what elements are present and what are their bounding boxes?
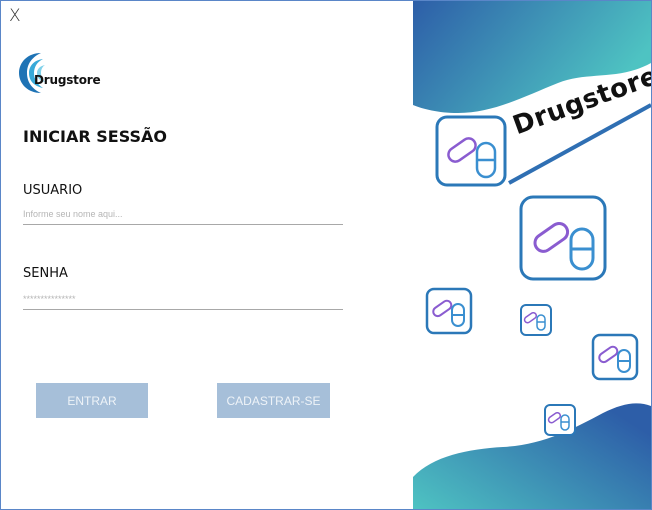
close-button[interactable]: X (9, 6, 25, 26)
pill-tile-icon (591, 333, 639, 381)
page-title: INICIAR SESSÃO (23, 127, 168, 146)
pill-tile-icon (425, 287, 473, 335)
password-input[interactable] (23, 289, 343, 310)
app-logo: Drugstore (19, 51, 109, 99)
pill-tile-icon (435, 115, 507, 187)
username-label: USUARIO (23, 183, 83, 198)
register-button[interactable]: CADASTRAR-SE (217, 383, 330, 418)
password-label: SENHA (23, 266, 68, 281)
username-input[interactable] (23, 204, 343, 225)
pill-tile-icon (544, 404, 576, 436)
enter-button[interactable]: ENTRAR (36, 383, 148, 418)
banner-panel: Drugstore (413, 1, 651, 509)
login-window: X Drugstore INICIAR SESSÃO USUARIO SENHA… (0, 0, 652, 510)
logo-text: Drugstore (34, 73, 101, 87)
pill-tile-icon (519, 195, 607, 281)
pill-tile-icon (520, 304, 552, 336)
